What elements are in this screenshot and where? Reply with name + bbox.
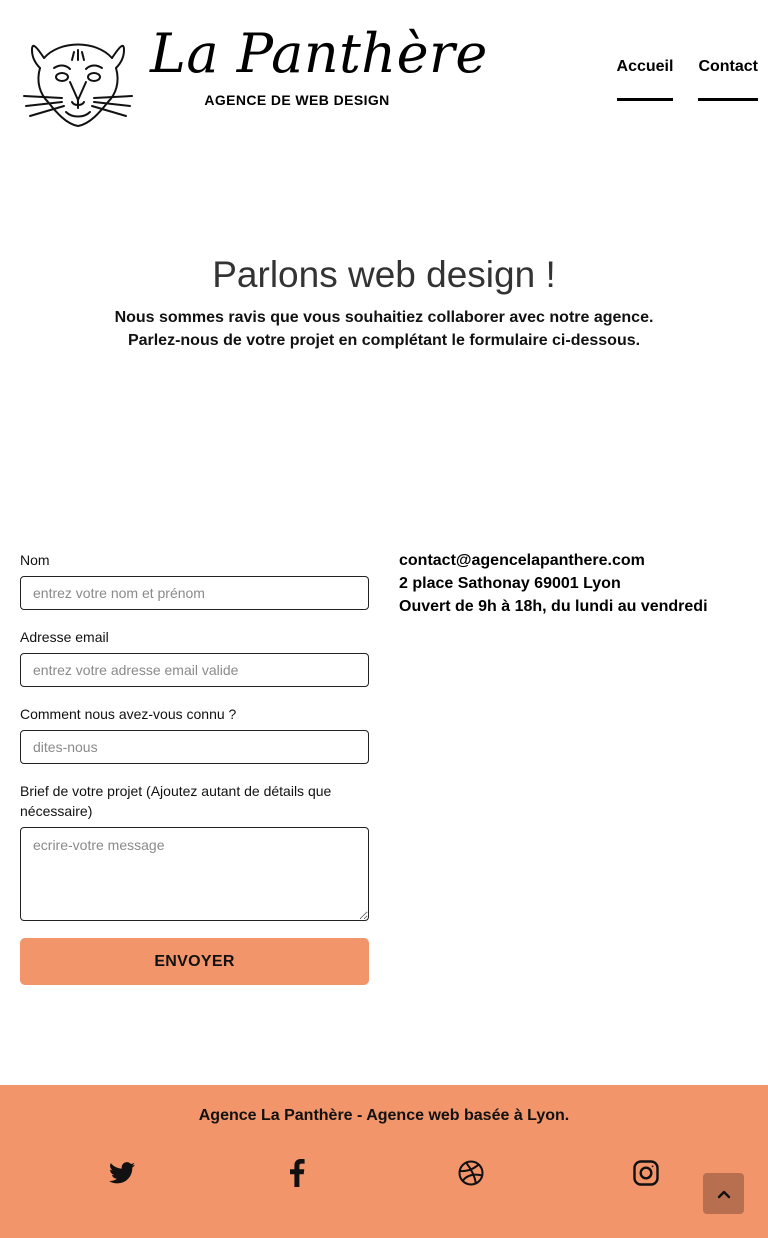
contact-address: 2 place Sathonay 69001 Lyon <box>399 575 621 592</box>
main-nav: Accueil Contact <box>616 58 758 101</box>
instagram-icon[interactable] <box>628 1155 664 1191</box>
email-input[interactable] <box>20 653 369 687</box>
send-button[interactable]: ENVOYER <box>20 938 369 985</box>
nav-item-contact[interactable]: Contact <box>698 58 758 101</box>
brief-textarea[interactable] <box>20 827 369 921</box>
brand-name: La Panthère <box>150 22 488 85</box>
site-header: La Panthère AGENCE DE WEB DESIGN Accueil… <box>0 0 768 140</box>
hero-section: Parlons web design ! Nous sommes ravis q… <box>0 252 768 352</box>
source-label: Comment nous avez-vous connu ? <box>20 706 237 722</box>
panther-head-icon[interactable] <box>22 38 134 128</box>
back-to-top-button[interactable] <box>703 1173 744 1214</box>
page-title: Parlons web design ! <box>212 254 556 295</box>
brief-label: Brief de votre projet (Ajoutez autant de… <box>20 783 332 819</box>
twitter-icon[interactable] <box>104 1155 140 1191</box>
facebook-icon[interactable] <box>279 1155 315 1191</box>
email-label: Adresse email <box>20 629 109 645</box>
hero-intro-line-2: Parlez-nous de votre projet en complétan… <box>127 332 641 349</box>
source-input[interactable] <box>20 730 369 764</box>
chevron-up-icon <box>717 1190 730 1198</box>
nav-item-accueil[interactable]: Accueil <box>616 58 674 101</box>
contact-hours: Ouvert de 9h à 18h, du lundi au vendredi <box>399 598 708 615</box>
contact-info: contact@agencelapanthere.com 2 place Sat… <box>399 549 759 618</box>
dribbble-icon[interactable] <box>453 1155 489 1191</box>
hero-intro: Nous sommes ravis que vous souhaitiez co… <box>0 306 768 352</box>
contact-email[interactable]: contact@agencelapanthere.com <box>399 549 759 572</box>
name-label: Nom <box>20 552 50 568</box>
footer-text: Agence La Panthère - Agence web basée à … <box>198 1107 570 1124</box>
site-footer: Agence La Panthère - Agence web basée à … <box>0 1085 768 1238</box>
hero-intro-line-1: Nous sommes ravis que vous souhaitiez co… <box>114 309 654 326</box>
brand: La Panthère AGENCE DE WEB DESIGN <box>150 22 488 108</box>
brand-tagline: AGENCE DE WEB DESIGN <box>204 92 390 108</box>
name-input[interactable] <box>20 576 369 610</box>
contact-form: Nom Adresse email Comment nous avez-vous… <box>20 550 369 985</box>
